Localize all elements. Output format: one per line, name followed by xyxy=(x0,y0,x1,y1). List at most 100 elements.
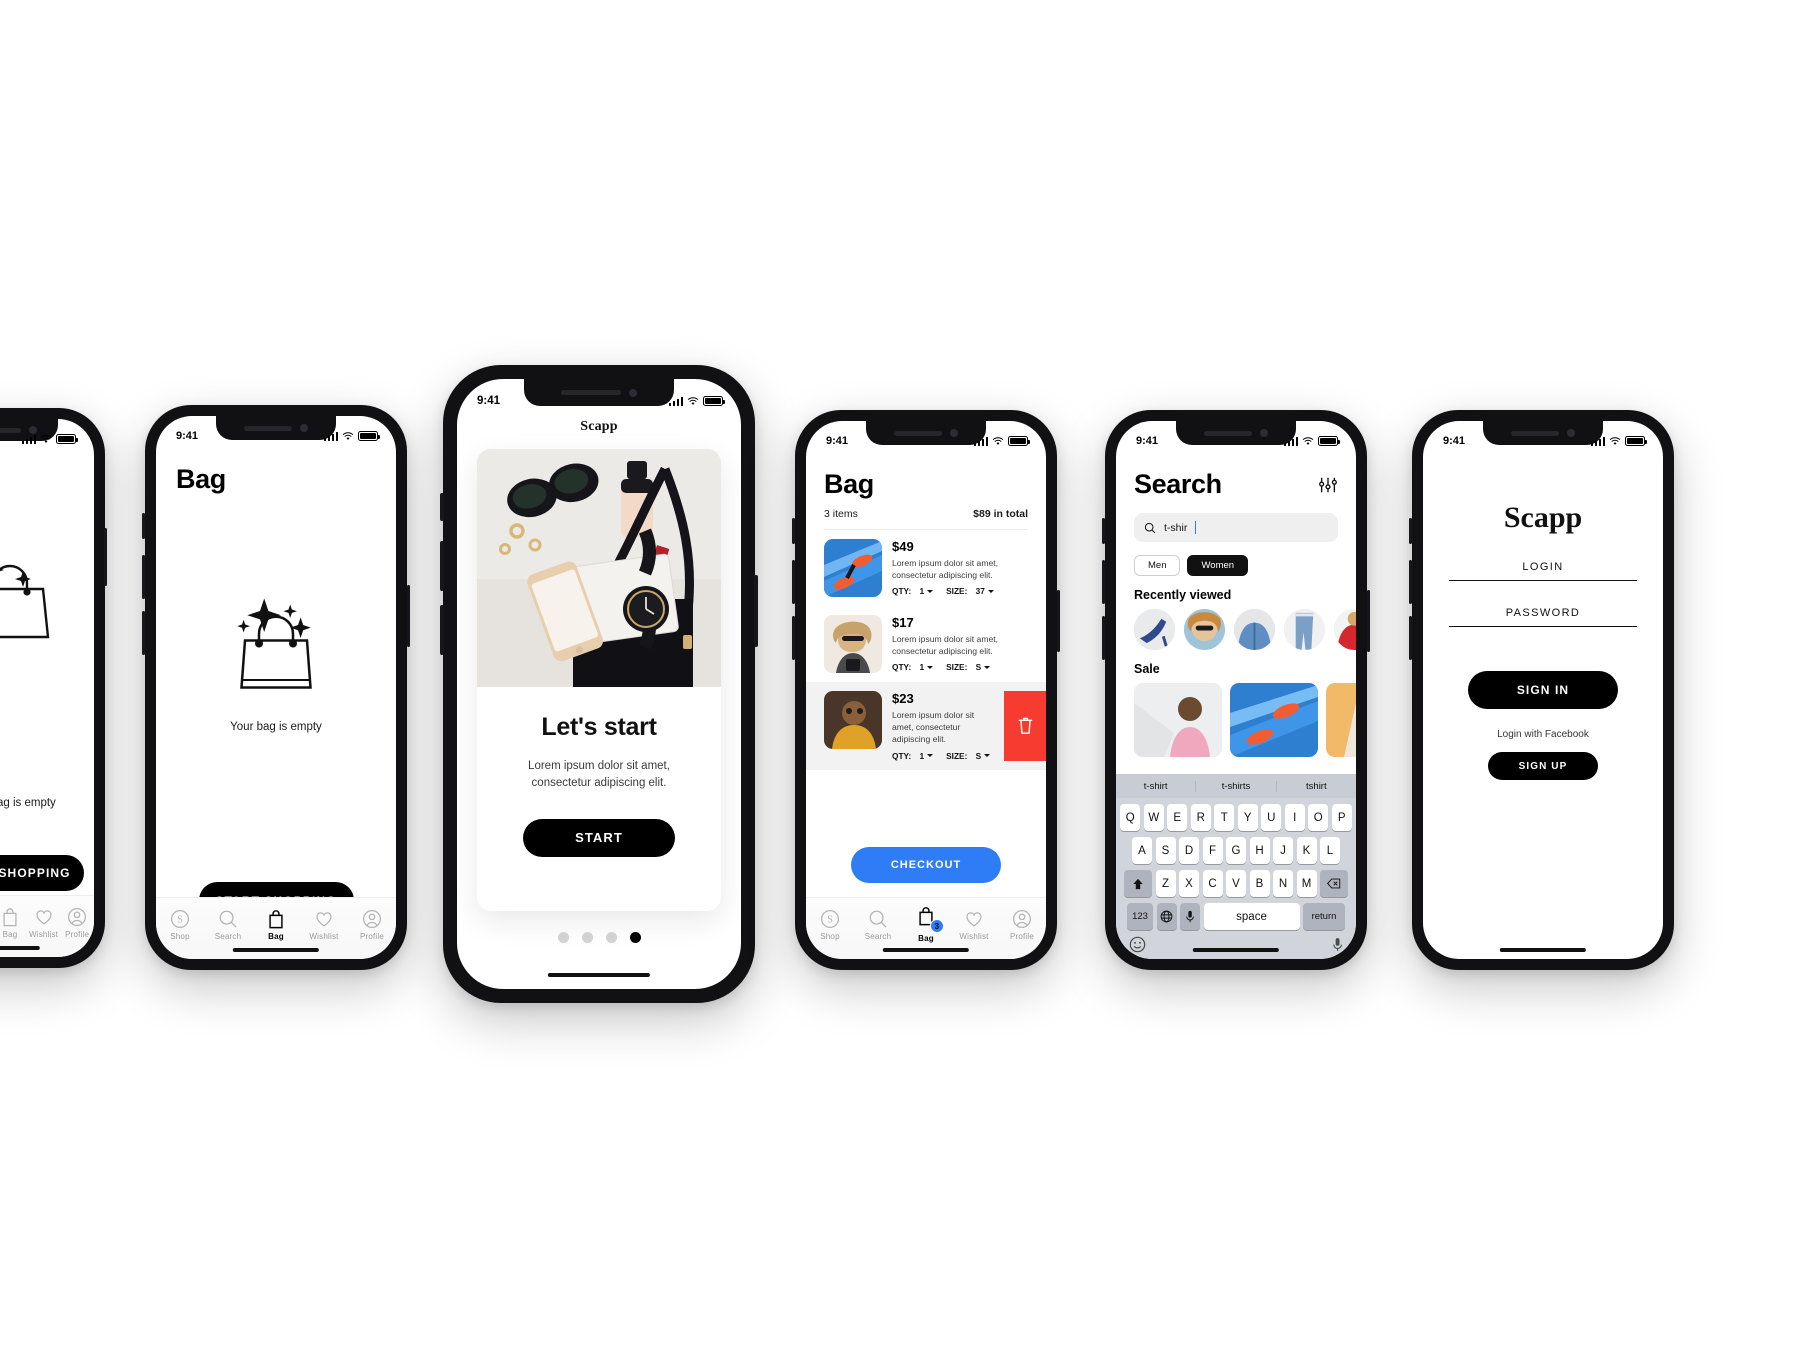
volume-up-button[interactable] xyxy=(142,555,145,599)
numbers-key[interactable]: 123 xyxy=(1127,903,1153,930)
login-field[interactable]: LOGIN xyxy=(1449,561,1637,581)
key-w[interactable]: W xyxy=(1143,804,1164,831)
backspace-key[interactable] xyxy=(1320,870,1348,897)
shift-key[interactable] xyxy=(1124,870,1152,897)
volume-up-button[interactable] xyxy=(1409,560,1412,604)
key-s[interactable]: S xyxy=(1155,837,1176,864)
quantity-stepper[interactable]: QTY: 1 xyxy=(892,751,934,761)
volume-down-button[interactable] xyxy=(1409,616,1412,660)
sidebar-item-bag[interactable]: Bag xyxy=(252,909,300,941)
return-key[interactable]: return xyxy=(1303,903,1345,930)
sidebar-item-bag[interactable]: 3 Bag xyxy=(902,906,950,943)
sign-up-button[interactable]: SIGN UP xyxy=(1488,752,1598,780)
checkout-button[interactable]: CHECKOUT xyxy=(851,847,1001,883)
key-c[interactable]: C xyxy=(1202,870,1223,897)
delete-item-button[interactable] xyxy=(1004,691,1046,761)
facebook-login-text[interactable]: Login with Facebook xyxy=(1423,729,1663,740)
sidebar-item-shop[interactable]: S Shop xyxy=(156,909,204,941)
sidebar-item-bag[interactable]: Bag xyxy=(0,907,27,939)
mute-switch[interactable] xyxy=(142,513,145,539)
sidebar-item-search[interactable]: Search xyxy=(854,909,902,941)
list-item[interactable] xyxy=(1234,609,1275,650)
size-selector[interactable]: SIZE: S xyxy=(946,751,991,761)
start-button[interactable]: START xyxy=(523,818,675,857)
key-m[interactable]: M xyxy=(1296,870,1317,897)
suggestion-2[interactable]: t-shirts xyxy=(1195,780,1275,792)
list-item[interactable] xyxy=(1326,683,1356,757)
sidebar-item-profile[interactable]: Profile xyxy=(60,907,94,939)
key-j[interactable]: J xyxy=(1273,837,1293,864)
power-button[interactable] xyxy=(104,528,107,586)
sidebar-item-profile[interactable]: Profile xyxy=(348,909,396,941)
key-i[interactable]: I xyxy=(1284,804,1305,831)
globe-key[interactable] xyxy=(1156,903,1177,930)
key-a[interactable]: A xyxy=(1132,837,1152,864)
key-h[interactable]: H xyxy=(1249,837,1270,864)
list-item[interactable] xyxy=(1134,609,1175,650)
key-t[interactable]: T xyxy=(1214,804,1235,831)
dot-4-active[interactable] xyxy=(629,932,641,943)
volume-up-button[interactable] xyxy=(792,560,795,604)
key-e[interactable]: E xyxy=(1167,804,1188,831)
size-selector[interactable]: SIZE: 37 xyxy=(946,586,994,596)
emoji-icon[interactable] xyxy=(1129,936,1146,953)
size-selector[interactable]: SIZE: S xyxy=(946,662,991,672)
mic-icon[interactable] xyxy=(1332,937,1343,952)
list-item[interactable] xyxy=(1134,683,1222,757)
search-input[interactable]: t-shir xyxy=(1134,513,1338,542)
volume-down-button[interactable] xyxy=(440,605,444,655)
key-b[interactable]: B xyxy=(1249,870,1270,897)
mute-switch[interactable] xyxy=(1409,518,1412,544)
sidebar-item-wishlist[interactable]: Wishlist xyxy=(950,909,998,941)
key-k[interactable]: K xyxy=(1296,837,1317,864)
password-field[interactable]: PASSWORD xyxy=(1449,607,1637,627)
table-row[interactable]: $17 Lorem ipsum dolor sit amet, consecte… xyxy=(806,606,1046,682)
suggestion-1[interactable]: t-shirt xyxy=(1116,781,1195,792)
power-button[interactable] xyxy=(407,585,410,647)
sliders-icon[interactable] xyxy=(1318,475,1338,495)
tab-women[interactable]: Women xyxy=(1187,555,1249,576)
key-q[interactable]: Q xyxy=(1120,804,1141,831)
volume-down-button[interactable] xyxy=(1102,616,1105,660)
power-button[interactable] xyxy=(1367,590,1370,652)
key-n[interactable]: N xyxy=(1273,870,1293,897)
key-f[interactable]: F xyxy=(1202,837,1223,864)
list-item[interactable] xyxy=(1334,609,1356,650)
list-item[interactable] xyxy=(1230,683,1318,757)
key-v[interactable]: V xyxy=(1226,870,1246,897)
sign-in-button[interactable]: SIGN IN xyxy=(1468,671,1618,709)
mic-key[interactable] xyxy=(1180,903,1200,930)
space-key[interactable]: space xyxy=(1203,903,1300,930)
volume-down-button[interactable] xyxy=(792,616,795,660)
tab-men[interactable]: Men xyxy=(1134,555,1181,576)
quantity-stepper[interactable]: QTY: 1 xyxy=(892,586,934,596)
table-row-swiped[interactable]: $23 Lorem ipsum dolor sit amet, consecte… xyxy=(806,682,1046,770)
power-button[interactable] xyxy=(754,575,758,647)
mute-switch[interactable] xyxy=(1102,518,1105,544)
sidebar-item-shop[interactable]: S Shop xyxy=(806,909,854,941)
sidebar-item-wishlist[interactable]: Wishlist xyxy=(300,909,348,941)
page-dots[interactable] xyxy=(457,932,741,943)
key-d[interactable]: D xyxy=(1179,837,1199,864)
mute-switch[interactable] xyxy=(792,518,795,544)
key-l[interactable]: L xyxy=(1320,837,1340,864)
list-item[interactable] xyxy=(1184,609,1225,650)
volume-down-button[interactable] xyxy=(142,611,145,655)
key-x[interactable]: X xyxy=(1179,870,1199,897)
power-button[interactable] xyxy=(1057,590,1060,652)
key-z[interactable]: Z xyxy=(1155,870,1176,897)
sidebar-item-wishlist[interactable]: Wishlist xyxy=(27,907,61,939)
sidebar-item-profile[interactable]: Profile xyxy=(998,909,1046,941)
dot-2[interactable] xyxy=(581,932,593,943)
quantity-stepper[interactable]: QTY: 1 xyxy=(892,662,934,672)
start-shopping-button-1[interactable]: START SHOPPING xyxy=(0,855,84,891)
volume-up-button[interactable] xyxy=(1102,560,1105,604)
key-o[interactable]: O xyxy=(1308,804,1329,831)
volume-up-button[interactable] xyxy=(440,541,444,591)
key-r[interactable]: R xyxy=(1190,804,1211,831)
key-p[interactable]: P xyxy=(1331,804,1352,831)
key-u[interactable]: U xyxy=(1261,804,1282,831)
dot-3[interactable] xyxy=(605,932,617,943)
mute-switch[interactable] xyxy=(440,493,444,521)
key-g[interactable]: G xyxy=(1226,837,1246,864)
